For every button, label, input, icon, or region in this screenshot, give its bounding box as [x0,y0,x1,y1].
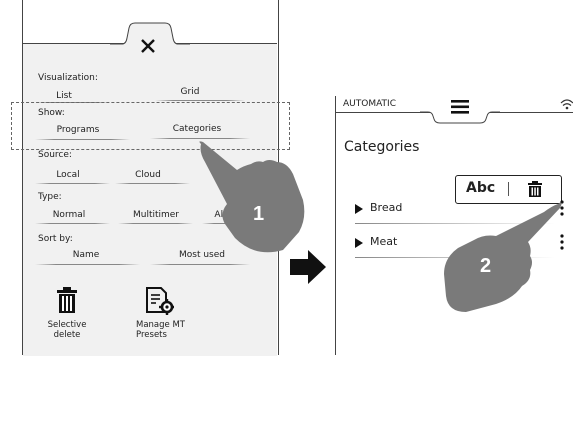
sort-by-label: Sort by: [38,234,73,244]
trash-icon [57,287,77,313]
option-divider [35,223,110,224]
option-cloud[interactable]: Cloud [128,170,168,180]
option-divider [35,264,140,265]
trash-icon[interactable] [528,181,542,197]
right-arrow-icon [290,250,326,284]
list-item-label: Bread [370,201,403,214]
close-icon[interactable] [140,38,156,54]
caret-right-icon [355,204,363,214]
page-title: Categories [344,139,420,155]
option-list[interactable]: List [50,91,78,101]
step-number-1: 1 [253,203,264,225]
wifi-icon [560,99,573,110]
popup-divider [508,182,509,196]
mode-label: AUTOMATIC [343,99,396,109]
source-label: Source: [38,150,72,160]
option-divider [115,183,190,184]
option-divider [155,100,245,101]
manage-mt-presets-button[interactable]: Manage MT Presets [132,285,197,345]
type-label: Type: [38,192,62,202]
selective-delete-button[interactable]: Selective delete [42,285,92,345]
option-grid[interactable]: Grid [172,87,208,97]
manage-mt-presets-label: Manage MT Presets [136,320,185,340]
option-normal[interactable]: Normal [46,210,92,220]
option-divider [35,183,110,184]
option-divider [118,223,193,224]
option-local[interactable]: Local [50,170,86,180]
selective-delete-label: Selective delete [47,320,87,340]
pointing-hand-icon: 1 [199,141,305,253]
rename-button[interactable]: Abc [466,180,495,196]
hamburger-icon[interactable] [451,100,469,114]
caret-right-icon [355,238,363,248]
option-multitimer[interactable]: Multitimer [130,210,182,220]
list-item-label: Meat [370,235,398,248]
option-divider [150,264,250,265]
option-name[interactable]: Name [66,250,106,260]
visualization-label: Visualization: [38,73,98,83]
step-number-2: 2 [480,255,491,277]
document-gear-icon [146,287,174,315]
pointing-hand-icon: 2 [444,202,562,312]
